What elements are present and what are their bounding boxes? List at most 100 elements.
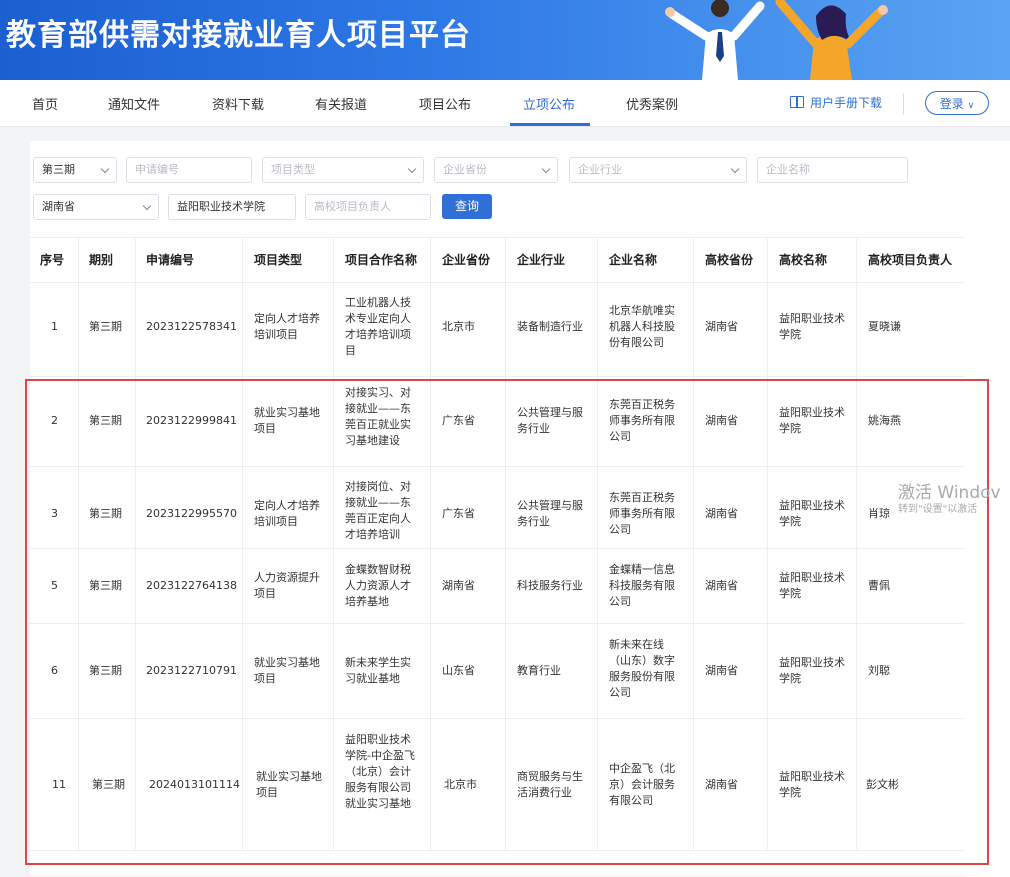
col-border <box>135 237 136 850</box>
query-button[interactable]: 查询 <box>442 194 492 219</box>
row-border <box>30 548 965 549</box>
cell-school-leader: 刘聪 <box>868 664 890 677</box>
cell-project-type: 就业实习基地项目 <box>254 656 320 685</box>
cell-enterprise-industry: 公共管理与服务行业 <box>517 406 583 435</box>
cell-application-no: 2023122764138 <box>146 579 237 592</box>
cell-enterprise-industry: 商贸服务与生活消费行业 <box>517 770 583 799</box>
col-border <box>242 237 243 850</box>
col-border <box>597 237 598 850</box>
cell-application-no: 2024013101114 <box>149 778 240 791</box>
nav-home[interactable]: 首页 <box>32 94 58 113</box>
period-select[interactable]: 第三期 <box>33 157 117 183</box>
enterprise-industry-select[interactable]: 企业行业 <box>569 157 747 183</box>
cell-school-leader: 夏晓谦 <box>868 320 901 333</box>
cell-index: 6 <box>51 664 58 677</box>
chevron-down-icon <box>142 201 152 211</box>
cell-index: 1 <box>51 320 58 333</box>
cell-project-type: 就业实习基地项目 <box>256 770 322 799</box>
nav-project-announcement[interactable]: 项目公布 <box>419 94 471 113</box>
col-header-enterprise-name: 企业名称 <box>609 253 658 267</box>
col-header-period: 期别 <box>89 253 114 267</box>
school-province-select[interactable]: 湖南省 <box>33 194 159 220</box>
cell-enterprise-name: 金蝶精一信息科技服务有限公司 <box>609 563 675 608</box>
cell-enterprise-name: 东莞百正税务师事务所有限公司 <box>609 398 675 443</box>
cell-enterprise-province: 山东省 <box>442 664 475 677</box>
col-border <box>505 237 506 850</box>
cell-school-name: 益阳职业技术学院 <box>779 499 845 528</box>
col-header-project-type: 项目类型 <box>254 253 303 267</box>
period-value: 第三期 <box>42 163 75 176</box>
cell-project-type: 定向人才培养培训项目 <box>254 499 320 528</box>
col-header-enterprise-province: 企业省份 <box>442 253 491 267</box>
cell-index: 3 <box>51 507 58 520</box>
cell-project-name: 益阳职业技术学院-中企盈飞（北京）会计服务有限公司就业实习基地 <box>345 733 415 810</box>
cell-enterprise-industry: 公共管理与服务行业 <box>517 499 583 528</box>
col-header-enterprise-industry: 企业行业 <box>517 253 566 267</box>
cell-school-province: 湖南省 <box>705 320 738 333</box>
chevron-down-icon: ∨ <box>967 101 975 111</box>
nav-notices[interactable]: 通知文件 <box>108 94 160 113</box>
cell-school-name: 益阳职业技术学院 <box>779 656 845 685</box>
cell-school-leader: 彭文彬 <box>866 778 899 791</box>
nav-approval-announcement[interactable]: 立项公布 <box>523 94 575 113</box>
row-border <box>30 376 965 377</box>
cell-enterprise-province: 北京市 <box>442 320 475 333</box>
school-province-value: 湖南省 <box>42 200 75 213</box>
cell-application-no: 2023122999841 <box>146 414 237 427</box>
col-border <box>333 237 334 850</box>
application-no-input[interactable]: 申请编号 <box>126 157 252 183</box>
cell-enterprise-name: 东莞百正税务师事务所有限公司 <box>609 491 675 536</box>
row-border <box>30 718 965 719</box>
enterprise-name-input[interactable]: 企业名称 <box>757 157 908 183</box>
enterprise-province-select[interactable]: 企业省份 <box>434 157 558 183</box>
manual-download-label: 用户手册下载 <box>810 96 883 110</box>
nav-reports[interactable]: 有关报道 <box>315 94 367 113</box>
cell-project-name: 对接实习、对接就业——东莞百正就业实习基地建设 <box>345 386 411 447</box>
celebration-illustration <box>665 0 888 80</box>
nav-excellent-cases[interactable]: 优秀案例 <box>626 94 678 113</box>
manual-download-link[interactable]: 用户手册下载 <box>790 94 882 111</box>
cell-school-province: 湖南省 <box>705 664 738 677</box>
cell-enterprise-industry: 装备制造行业 <box>517 320 583 333</box>
cell-school-name: 益阳职业技术学院 <box>779 312 845 341</box>
login-button[interactable]: 登录 ∨ <box>925 91 989 115</box>
project-type-select[interactable]: 项目类型 <box>262 157 424 183</box>
chevron-down-icon <box>407 164 417 174</box>
cell-project-name: 新未来学生实习就业基地 <box>345 656 411 685</box>
login-label: 登录 <box>939 97 964 111</box>
chevron-down-icon <box>100 164 110 174</box>
nav-divider <box>903 93 904 115</box>
site-title: 教育部供需对接就业育人项目平台 <box>6 18 471 53</box>
cell-enterprise-province: 广东省 <box>442 507 475 520</box>
cell-period: 第三期 <box>89 579 122 592</box>
cell-project-name: 工业机器人技术专业定向人才培养培训项目 <box>345 296 411 357</box>
cell-application-no: 2023122995570 <box>146 507 237 520</box>
cell-school-leader: 姚海燕 <box>868 414 901 427</box>
cell-enterprise-name: 新未来在线（山东）数字服务股份有限公司 <box>609 638 675 699</box>
enterprise-industry-placeholder: 企业行业 <box>578 163 622 176</box>
col-border <box>693 237 694 850</box>
row-border <box>30 850 965 851</box>
school-leader-input[interactable]: 高校项目负责人 <box>305 194 431 220</box>
cell-enterprise-province: 北京市 <box>444 778 477 791</box>
row-border <box>30 623 965 624</box>
col-border <box>856 237 857 850</box>
cell-school-province: 湖南省 <box>705 414 738 427</box>
chevron-down-icon <box>730 164 740 174</box>
cell-school-leader: 肖琼 <box>868 507 890 520</box>
cell-project-type: 就业实习基地项目 <box>254 406 320 435</box>
col-header-school-name: 高校名称 <box>779 253 828 267</box>
book-icon <box>790 96 804 108</box>
cell-school-province: 湖南省 <box>705 778 738 791</box>
cell-period: 第三期 <box>89 320 122 333</box>
cell-period: 第三期 <box>89 414 122 427</box>
cell-school-leader: 曹佩 <box>868 579 890 592</box>
cell-project-name: 对接岗位、对接就业——东莞百正定向人才培养培训 <box>345 480 411 541</box>
nav-downloads[interactable]: 资料下载 <box>212 94 264 113</box>
cell-index: 5 <box>51 579 58 592</box>
school-name-input[interactable]: 益阳职业技术学院 <box>168 194 296 220</box>
cell-enterprise-industry: 教育行业 <box>517 664 561 677</box>
cell-index: 2 <box>51 414 58 427</box>
col-header-project-name: 项目合作名称 <box>345 253 418 267</box>
cell-school-name: 益阳职业技术学院 <box>779 571 845 600</box>
